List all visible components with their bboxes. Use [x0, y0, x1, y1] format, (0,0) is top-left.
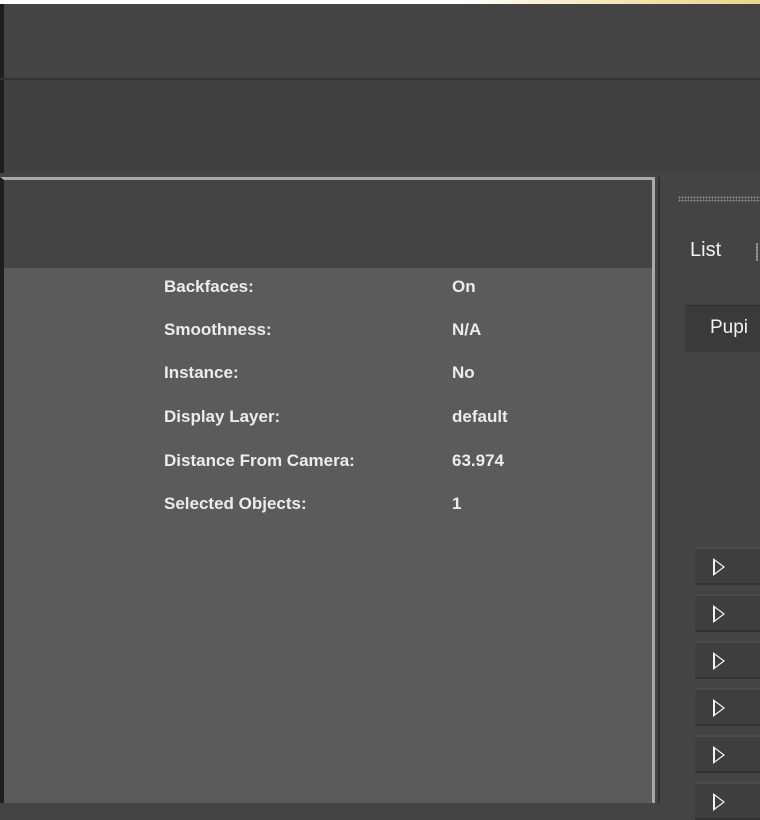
- info-label: Display Layer:: [164, 407, 281, 426]
- info-row-instance: Instance: No: [4, 363, 652, 385]
- info-row-distance-from-camera: Distance From Camera: 63.974: [4, 451, 652, 473]
- expander-button[interactable]: [695, 688, 760, 726]
- info-value: 1: [452, 494, 462, 513]
- info-value: No: [452, 363, 475, 382]
- info-value: 63.974: [452, 451, 504, 470]
- info-label: Smoothness:: [164, 320, 272, 339]
- info-row-backfaces: Backfaces: On: [4, 277, 652, 299]
- expander-button[interactable]: [695, 782, 760, 820]
- tab-separator: [756, 243, 758, 261]
- triangle-right-icon: [713, 558, 725, 576]
- expander-button[interactable]: [695, 594, 760, 632]
- selector-text: Pupi: [710, 317, 749, 338]
- info-label: Selected Objects:: [164, 494, 307, 513]
- info-value: N/A: [452, 320, 482, 339]
- expander-button[interactable]: [695, 641, 760, 679]
- expander-button[interactable]: [695, 547, 760, 585]
- info-label: Distance From Camera:: [164, 451, 355, 470]
- info-label: Instance:: [164, 363, 239, 382]
- triangle-right-icon: [713, 652, 725, 670]
- triangle-right-icon: [713, 699, 725, 717]
- info-row-selected-objects: Selected Objects: 1: [4, 494, 652, 516]
- info-panel-header: [4, 180, 652, 268]
- panel-grip-handle[interactable]: [678, 196, 760, 202]
- pupil-selector-field[interactable]: Pupi: [685, 305, 760, 352]
- triangle-right-icon: [713, 746, 725, 764]
- toolbar-band: [0, 80, 760, 173]
- list-tab[interactable]: List: [690, 239, 721, 262]
- right-side-panel: List Pupi: [658, 177, 760, 820]
- info-value: On: [452, 277, 476, 296]
- triangle-right-icon: [713, 605, 725, 623]
- info-row-display-layer: Display Layer: default: [4, 407, 652, 429]
- triangle-right-icon: [713, 793, 725, 811]
- object-info-panel: Backfaces: On Smoothness: N/A Instance: …: [0, 177, 655, 803]
- info-row-smoothness: Smoothness: N/A: [4, 320, 652, 342]
- expander-button[interactable]: [695, 735, 760, 773]
- top-bar: [0, 4, 760, 78]
- info-label: Backfaces:: [164, 277, 254, 296]
- info-value: default: [452, 407, 508, 426]
